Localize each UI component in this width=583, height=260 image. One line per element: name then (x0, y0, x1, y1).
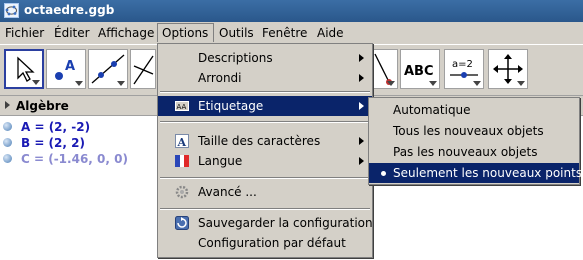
menu-item-label: Pas les nouveaux objets (393, 145, 538, 159)
perpendicular-tool-button[interactable] (130, 49, 156, 89)
menu-item-etiquetage[interactable]: AA Etiquetage (158, 96, 372, 116)
submenu-arrow-icon (359, 54, 364, 62)
tool-dropdown-indicator (75, 81, 83, 86)
tool-dropdown-indicator (117, 81, 125, 86)
tool-dropdown-indicator (473, 81, 481, 86)
perpendicular-line-icon (133, 55, 154, 85)
text-tool-label: ABC (404, 64, 434, 79)
submenu-arrow-icon (359, 157, 364, 165)
menu-item-descriptions[interactable]: Descriptions (158, 48, 372, 68)
options-menu: Descriptions Arrondi AA Etiquetage A Tai… (157, 43, 373, 258)
menu-separator (160, 208, 370, 210)
point-tool-button[interactable]: A (46, 49, 86, 89)
algebra-object-text: A = (2, -2) (21, 120, 91, 134)
slider-tool-button[interactable]: a=2 (444, 49, 484, 89)
point-tool-label: A (65, 59, 75, 74)
menu-aide[interactable]: Aide (313, 25, 348, 41)
visibility-toggle-icon[interactable] (3, 154, 12, 163)
algebra-title: Algèbre (16, 99, 69, 113)
menu-item-taille-caracteres[interactable]: A Taille des caractères (158, 131, 372, 151)
menu-item-label: Automatique (393, 103, 471, 117)
line-tool-button[interactable] (88, 49, 128, 89)
move-view-tool-button[interactable] (488, 49, 528, 89)
tool-dropdown-indicator (387, 81, 395, 86)
menu-options[interactable]: Options (157, 23, 214, 42)
algebra-object-text: C = (-1.46, 0, 0) (21, 152, 128, 166)
menu-item-label: Langue (198, 154, 243, 168)
radio-selected-bullet-icon (381, 171, 386, 176)
menu-item-label: Arrondi (198, 71, 242, 85)
flag-icon (175, 154, 189, 168)
menu-item-langue[interactable]: Langue (158, 151, 372, 171)
visibility-toggle-icon[interactable] (3, 122, 12, 131)
menu-item-sauvegarder-configuration[interactable]: Sauvegarder la configuration (158, 213, 373, 233)
collapse-triangle-icon[interactable] (5, 101, 10, 109)
menu-item-label: Seulement les nouveaux points (393, 166, 583, 180)
menu-fichier[interactable]: Fichier (1, 25, 48, 41)
menu-item-label: Etiquetage (198, 99, 264, 113)
svg-text:AA: AA (177, 103, 187, 111)
menu-outils[interactable]: Outils (215, 25, 258, 41)
move-tool-button[interactable] (4, 49, 44, 89)
menu-item-configuration-defaut[interactable]: Configuration par défaut (158, 233, 372, 253)
visibility-toggle-icon[interactable] (3, 138, 12, 147)
menu-item-label: Descriptions (198, 51, 273, 65)
tool-dropdown-indicator (517, 81, 525, 86)
submenu-arrow-icon (359, 137, 364, 145)
menu-item-arrondi[interactable]: Arrondi (158, 68, 372, 88)
labeling-icon: AA (175, 99, 189, 113)
submenu-arrow-icon (359, 74, 364, 82)
gear-icon (175, 185, 189, 199)
save-settings-icon (175, 216, 189, 230)
menu-item-label: Taille des caractères (198, 134, 321, 148)
labeling-submenu: Automatique Tous les nouveaux objets Pas… (368, 97, 583, 185)
menu-item-label: Avancé ... (198, 185, 257, 199)
menu-separator (160, 121, 370, 123)
text-tool-button[interactable]: ABC (400, 49, 440, 89)
menu-item-label: Configuration par défaut (198, 236, 346, 250)
menu-separator (160, 91, 370, 93)
labeling-option-seulement-nouveaux-points[interactable]: Seulement les nouveaux points (369, 163, 583, 183)
tool-dropdown-indicator (32, 80, 40, 85)
tool-dropdown-indicator (429, 81, 437, 86)
menu-item-avance[interactable]: Avancé ... (158, 182, 372, 202)
submenu-arrow-icon (359, 102, 364, 110)
font-size-icon: A (175, 134, 189, 149)
labeling-option-pas-nouveaux-objets[interactable]: Pas les nouveaux objets (369, 142, 579, 162)
menu-bar: Fichier Éditer Affichage Options Outils … (0, 22, 583, 44)
slider-tool-label: a=2 (452, 59, 473, 70)
title-bar: octaedre.ggb (0, 0, 583, 22)
labeling-option-tous-nouveaux-objets[interactable]: Tous les nouveaux objets (369, 121, 579, 141)
geogebra-app-icon (4, 3, 19, 18)
labeling-option-automatique[interactable]: Automatique (369, 100, 579, 120)
window-title: octaedre.ggb (24, 3, 115, 17)
algebra-object-text: B = (2, 2) (21, 136, 85, 150)
menu-item-label: Sauvegarder la configuration (198, 216, 373, 230)
menu-fenetre[interactable]: Fenêtre (258, 25, 311, 41)
menu-editer[interactable]: Éditer (50, 25, 94, 41)
svg-text:A: A (177, 136, 187, 148)
menu-item-label: Tous les nouveaux objets (393, 124, 544, 138)
menu-affichage[interactable]: Affichage (94, 25, 158, 41)
menu-separator (160, 177, 370, 179)
